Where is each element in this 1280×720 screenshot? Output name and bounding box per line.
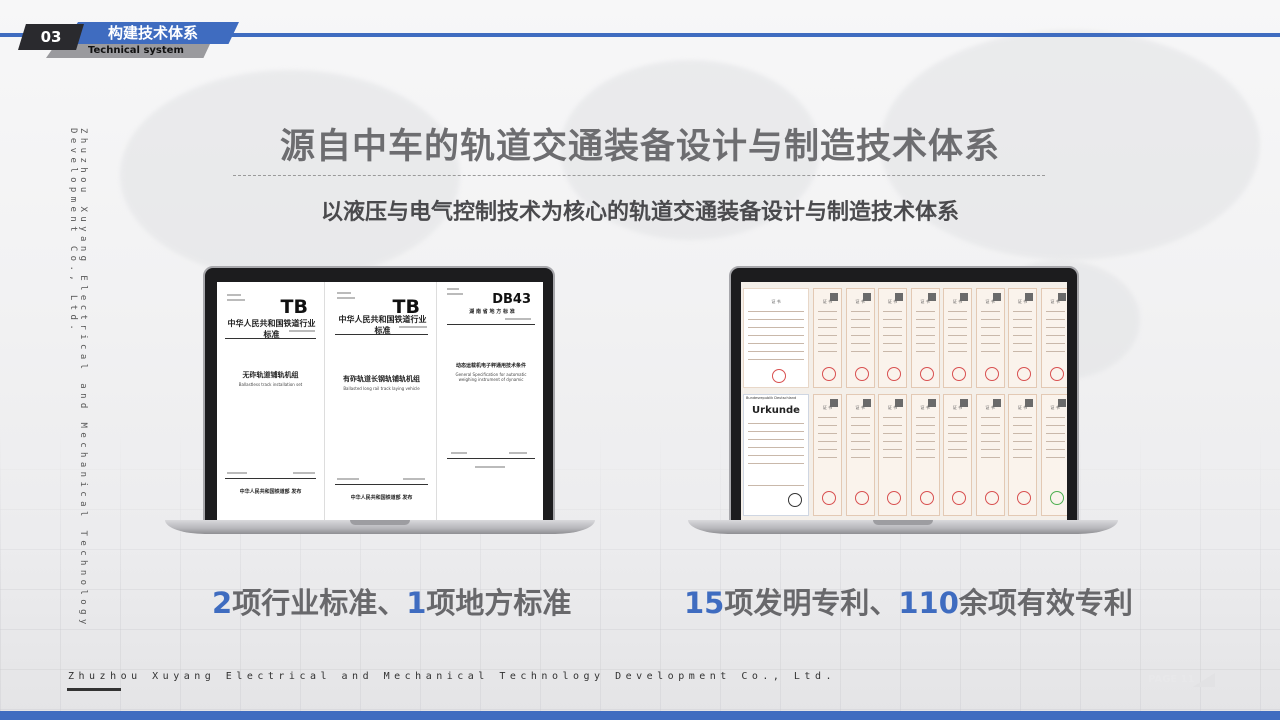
patent-certificate: 证 书: [1008, 288, 1037, 388]
patent-certificate: 证 书: [1040, 394, 1067, 516]
seal-icon: [919, 491, 934, 505]
stat-text: 项地方标准: [426, 586, 572, 620]
seal-icon: [952, 367, 966, 381]
right-laptop: 证 书 Bundesrepublik Deutschland Urkunde 证…: [688, 266, 1118, 536]
qr-code-icon: [960, 399, 968, 407]
doc-footer: 中华人民共和国铁道部 发布: [350, 495, 413, 501]
section-number: 03: [40, 28, 62, 46]
doc-footer: 中华人民共和国铁道部 发布: [239, 489, 302, 495]
seal-icon: [887, 491, 901, 505]
local-standard-count: 1: [406, 586, 427, 620]
qr-code-icon: [862, 293, 871, 301]
doc-org: 中华人民共和国铁道行业标准: [338, 315, 427, 335]
qr-code-icon: [1025, 399, 1033, 407]
patent-certificate: 证 书: [1008, 394, 1037, 516]
qr-code-icon: [830, 293, 838, 301]
standard-doc-2: TB 中华人民共和国铁道行业标准 有砟轨道长钢轨铺轨机组 Ballasted l…: [327, 282, 437, 520]
qr-code-icon: [1057, 293, 1066, 301]
standard-doc-3: DB43 湖 南 省 地 方 标 准 动态运载机电子秤通用技术条件 Genera…: [439, 282, 543, 520]
patents-stat: 15项发明专利、110余项有效专利: [684, 580, 1133, 622]
patent-certificate: 证 书: [845, 394, 875, 516]
invention-patent-count: 15: [684, 586, 725, 620]
left-laptop-screen: TB 中华人民共和国铁道行业标准 无砟轨道铺轨机组 Ballastless tr…: [217, 282, 543, 520]
stat-text: 项发明专利、: [724, 586, 899, 620]
left-laptop: TB 中华人民共和国铁道行业标准 无砟轨道铺轨机组 Ballastless tr…: [165, 266, 595, 536]
qr-code-icon: [992, 293, 1001, 301]
doc-org: 湖 南 省 地 方 标 准: [469, 309, 515, 315]
doc-title: 无砟轨道铺轨机组: [242, 371, 299, 379]
stat-text: 余项有效专利: [958, 586, 1133, 620]
seal-icon: [1049, 491, 1064, 505]
qr-code-icon: [895, 293, 903, 301]
footer-accent: [67, 688, 121, 691]
qr-code-icon: [992, 399, 1001, 407]
page-number: PAGE 11: [1148, 674, 1195, 685]
industry-standard-count: 2: [212, 586, 233, 620]
seal-icon: [822, 367, 836, 381]
patent-certificate: 证 书: [975, 394, 1005, 516]
patent-certificate: 证 书: [910, 394, 940, 516]
standards-stat: 2项行业标准、1项地方标准: [212, 580, 571, 622]
seal-icon: [1049, 367, 1064, 381]
seal-icon: [984, 491, 999, 505]
section-title: 构建技术体系: [108, 24, 199, 42]
page-corner-mark: [1193, 673, 1215, 687]
patent-certificate-large: 证 书: [743, 288, 809, 388]
stat-text: 项行业标准、: [232, 586, 407, 620]
page-subtitle: 以液压与电气控制技术为核心的轨道交通装备设计与制造技术体系: [320, 200, 959, 225]
right-laptop-screen: 证 书 Bundesrepublik Deutschland Urkunde 证…: [741, 282, 1067, 520]
patent-certificate: 证 书: [975, 288, 1005, 388]
seal-icon: [952, 491, 966, 505]
qr-code-icon: [895, 399, 903, 407]
seal-icon: [822, 491, 836, 505]
seal-icon: [984, 367, 999, 381]
doc-org: 中华人民共和国铁道行业标准: [227, 319, 316, 339]
doc-en-title: Ballasted long rail track laying vehicle: [343, 386, 420, 391]
page-title: 源自中车的轨道交通装备设计与制造技术体系: [279, 127, 1000, 167]
patent-certificate: 证 书: [813, 288, 842, 388]
doc-logo: DB43: [492, 292, 531, 307]
seal-icon: [1017, 491, 1031, 505]
doc-title: 有砟轨道长钢轨铺轨机组: [343, 375, 420, 383]
qr-code-icon: [1025, 293, 1033, 301]
doc-en-title: General Specification for automatic weig…: [455, 372, 527, 382]
doc-en-title: Ballastless track installation set: [238, 382, 303, 387]
patent-certificate: 证 书: [878, 394, 907, 516]
german-patent-certificate: Bundesrepublik Deutschland Urkunde: [743, 394, 809, 516]
valid-patent-count: 110: [898, 586, 959, 620]
qr-code-icon: [927, 399, 936, 407]
footer-company: Zhuzhou Xuyang Electrical and Mechanical…: [68, 671, 836, 682]
seal-icon: [1017, 367, 1031, 381]
qr-code-icon: [927, 293, 936, 301]
title-divider: [233, 175, 1045, 176]
doc-logo: TB: [280, 296, 308, 318]
seal-icon: [887, 367, 901, 381]
qr-code-icon: [1057, 399, 1066, 407]
standard-doc-1: TB 中华人民共和国铁道行业标准 无砟轨道铺轨机组 Ballastless tr…: [217, 282, 325, 520]
seal-icon: [854, 367, 869, 381]
qr-code-icon: [960, 293, 968, 301]
seal-icon: [919, 367, 934, 381]
patent-certificate: 证 书: [813, 394, 842, 516]
patent-certificate: 证 书: [845, 288, 875, 388]
patent-certificate: 证 书: [910, 288, 940, 388]
cert-label: 证 书: [771, 299, 781, 304]
patent-certificate: 证 书: [1040, 288, 1067, 388]
patent-certificate: 证 书: [943, 394, 972, 516]
patent-certificate: 证 书: [878, 288, 907, 388]
seal-icon: [854, 491, 869, 505]
section-subtitle: Technical system: [88, 45, 184, 56]
qr-code-icon: [830, 399, 838, 407]
doc-title: 动态运载机电子秤通用技术条件: [455, 363, 526, 369]
urkunde-title: Urkunde: [752, 405, 800, 416]
patent-certificate: 证 书: [943, 288, 972, 388]
footer-bar: [0, 711, 1280, 720]
qr-code-icon: [862, 399, 871, 407]
urkunde-country: Bundesrepublik Deutschland: [746, 396, 797, 400]
